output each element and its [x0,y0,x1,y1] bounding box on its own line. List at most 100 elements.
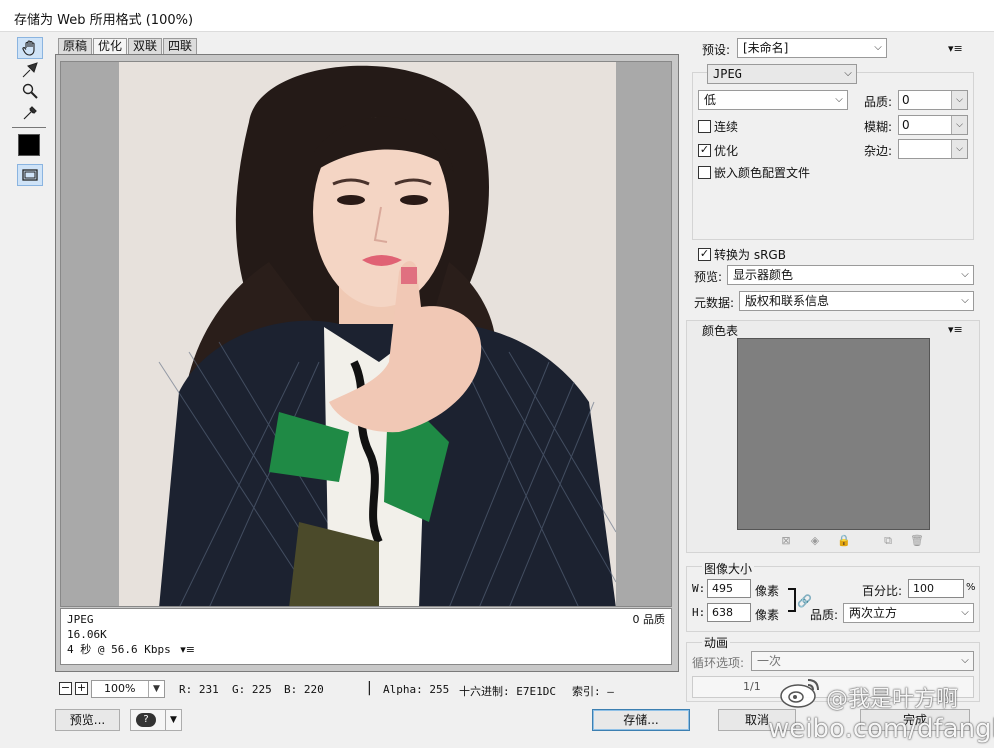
eyedropper-color-swatch[interactable] [18,134,40,156]
view-tabs: 原稿 优化 双联 四联 [58,38,198,55]
chevron-down-icon: ⌵ [961,607,969,618]
progressive-label: 连续 [714,120,739,134]
convert-srgb-checkmark-icon[interactable]: ✓ [698,248,711,261]
eyedropper-tool-icon[interactable] [17,102,43,124]
optimized-checkmark-icon[interactable]: ✓ [698,144,711,157]
preview-image[interactable] [119,62,616,606]
lock-color-icon[interactable]: 🔒 [837,535,851,547]
preview-color-select[interactable]: 显示器颜色 ⌵ [727,265,974,285]
readout-divider: | [367,680,372,696]
height-unit: 像素 [755,608,780,622]
loop-options-select[interactable]: 一次 ⌵ [751,651,974,671]
loop-options-label: 循环选项: [692,656,745,670]
format-select[interactable]: JPEG ⌵ [707,64,857,84]
toggle-slices-icon[interactable] [17,164,43,186]
embed-color-profile-checkbox[interactable]: 嵌入颜色配置文件 [698,164,810,181]
green-readout: G: 225 [232,683,272,696]
chevron-down-icon: ⌵ [961,269,969,280]
new-color-icon[interactable]: ⧉ [882,535,894,547]
chevron-down-icon[interactable]: ⌵ [951,91,967,109]
zoom-tool-icon[interactable] [17,80,43,102]
chevron-down-icon: ⌵ [835,94,843,105]
progressive-checkbox[interactable]: 连续 [698,118,738,135]
embed-color-profile-label: 嵌入颜色配置文件 [714,166,811,180]
info-format: JPEG [67,613,94,626]
info-quality: 0 品质 [632,613,666,626]
cancel-button[interactable]: 取消 [718,709,796,731]
embed-color-profile-checkbox-box[interactable] [698,166,711,179]
save-button[interactable]: 存储... [592,709,690,731]
window-title-bar: 存储为 Web 所用格式 (100%) [0,0,994,32]
download-speed-menu-icon[interactable]: ▾≡ [180,642,195,657]
web-snap-icon[interactable]: ◈ [809,535,821,547]
map-to-transparent-icon[interactable]: ⊠ [780,535,792,547]
chevron-down-icon: ⌵ [844,68,852,79]
chevron-down-icon[interactable]: ⌵ [951,116,967,134]
preset-value: [未命名] [743,41,789,55]
metadata-value: 版权和联系信息 [745,294,830,308]
width-field[interactable]: 495 [707,579,751,598]
done-button[interactable]: 完成 [860,709,970,731]
percent-sign: % [966,582,976,593]
preset-select[interactable]: [未命名] ⌵ [737,38,887,58]
percent-field[interactable]: 100 [908,579,964,598]
matte-select[interactable]: ⌵ [898,139,968,159]
red-readout: R: 231 [179,683,219,696]
trash-icon[interactable]: 🗑 [910,535,924,547]
zoom-level-select[interactable]: 100% ▼ [91,680,165,698]
compression-quality-select[interactable]: 低 ⌵ [698,90,848,110]
slice-select-tool-icon[interactable] [17,59,43,81]
preview-canvas[interactable] [60,61,672,607]
window-title: 存储为 Web 所用格式 (100%) [14,13,194,28]
progressive-checkbox-box[interactable] [698,120,711,133]
blur-field[interactable]: 0 ⌵ [898,115,968,135]
preview-color-label: 预览: [694,270,723,284]
blue-readout: B: 220 [284,683,324,696]
tool-palette [0,32,50,732]
blur-value: 0 [902,118,910,132]
color-table-swatches[interactable] [737,338,930,530]
preview-color-value: 显示器颜色 [733,268,794,282]
browser-icon: ? [136,713,156,727]
resample-quality-select[interactable]: 两次立方 ⌵ [843,603,974,623]
frame-navigator[interactable]: 1/1 [692,676,974,698]
image-size-title: 图像大小 [702,560,755,577]
tab-optimized[interactable]: 优化 [93,38,128,55]
optimized-checkbox[interactable]: ✓ 优化 [698,142,738,159]
portrait-illustration [119,62,616,606]
tab-4-up[interactable]: 四联 [163,38,198,55]
blur-label: 模糊: [864,120,893,134]
zoom-in-button[interactable]: + [75,682,88,695]
quality-value: 0 [902,93,910,107]
chevron-down-icon: ▼ [148,681,164,697]
animation-title: 动画 [702,634,731,651]
tab-original[interactable]: 原稿 [58,38,93,55]
matte-label: 杂边: [864,144,893,158]
info-download-time: 4 秒 @ 56.6 Kbps [67,643,171,656]
zoom-out-button[interactable]: − [59,682,72,695]
zoom-level-value: 100% [104,682,136,695]
height-label: H: [692,606,706,619]
chevron-down-icon: ⌵ [961,655,969,666]
optimize-menu-icon[interactable]: ▾≡ [948,42,963,55]
height-field[interactable]: 638 [707,603,751,622]
metadata-select[interactable]: 版权和联系信息 ⌵ [739,291,974,311]
hex-readout: 十六进制: E7E1DC [459,685,556,698]
browser-select-button[interactable]: ? ▼ [130,709,182,731]
chevron-down-icon: ⌵ [961,295,969,306]
quality-field[interactable]: 0 ⌵ [898,90,968,110]
resample-quality-label: 品质: [810,608,839,622]
quality-label: 品质: [864,95,893,109]
index-readout: 索引: — [572,685,614,698]
color-table-menu-icon[interactable]: ▾≡ [948,323,963,336]
convert-srgb-checkbox[interactable]: ✓ 转换为 sRGB [698,246,786,263]
preview-in-browser-button[interactable]: 预览... [55,709,120,731]
compression-quality-value: 低 [704,93,717,107]
metadata-label: 元数据: [694,296,735,310]
hand-tool-icon[interactable] [17,37,43,59]
width-label: W: [692,582,706,595]
toolbar-divider [12,127,46,128]
tab-2-up[interactable]: 双联 [128,38,163,55]
chevron-down-icon: ▼ [165,710,181,730]
zoom-status-bar: − + 100% ▼ R: 231 G: 225 B: 220 | Alpha:… [57,680,677,700]
